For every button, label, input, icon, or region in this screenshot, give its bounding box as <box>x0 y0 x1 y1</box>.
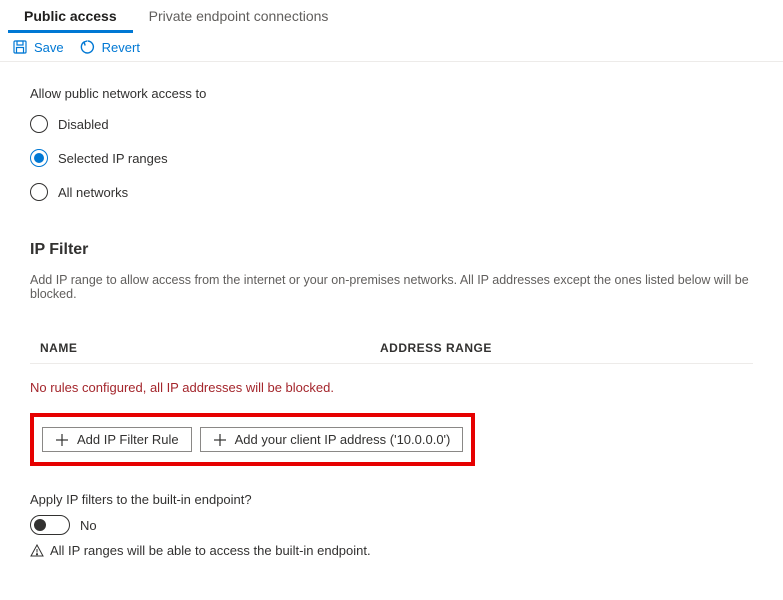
radio-icon <box>30 183 48 201</box>
toolbar: Save Revert <box>0 33 783 62</box>
info-text: All IP ranges will be able to access the… <box>50 543 371 558</box>
button-label: Add your client IP address ('10.0.0.0') <box>235 432 451 447</box>
add-ip-filter-rule-button[interactable]: Add IP Filter Rule <box>42 427 192 452</box>
warning-icon <box>30 544 44 558</box>
column-name: NAME <box>40 341 380 355</box>
plus-icon <box>55 433 69 447</box>
revert-button[interactable]: Revert <box>80 39 140 55</box>
plus-icon <box>213 433 227 447</box>
tab-bar: Public access Private endpoint connectio… <box>0 0 783 33</box>
radio-label: All networks <box>58 185 128 200</box>
radio-label: Disabled <box>58 117 109 132</box>
tab-private-endpoint[interactable]: Private endpoint connections <box>133 0 345 33</box>
radio-selected-ip[interactable]: Selected IP ranges <box>30 149 753 167</box>
highlighted-actions: Add IP Filter Rule Add your client IP ad… <box>30 413 475 466</box>
save-button[interactable]: Save <box>12 39 64 55</box>
toggle-value: No <box>80 518 97 533</box>
save-label: Save <box>34 40 64 55</box>
apply-filters-toggle[interactable] <box>30 515 70 535</box>
tab-public-access[interactable]: Public access <box>8 0 133 33</box>
add-client-ip-button[interactable]: Add your client IP address ('10.0.0.0') <box>200 427 464 452</box>
radio-icon <box>30 149 48 167</box>
empty-rules-warning: No rules configured, all IP addresses wi… <box>30 380 753 395</box>
radio-icon <box>30 115 48 133</box>
table-header: NAME ADDRESS RANGE <box>30 337 753 364</box>
apply-filters-toggle-row: No <box>30 515 753 535</box>
ip-filter-description: Add IP range to allow access from the in… <box>30 273 753 301</box>
access-radio-group: Disabled Selected IP ranges All networks <box>30 115 753 201</box>
apply-filters-info: All IP ranges will be able to access the… <box>30 543 753 558</box>
save-icon <box>12 39 28 55</box>
content-area: Allow public network access to Disabled … <box>0 62 783 582</box>
radio-label: Selected IP ranges <box>58 151 168 166</box>
ip-filter-heading: IP Filter <box>30 241 753 259</box>
radio-disabled[interactable]: Disabled <box>30 115 753 133</box>
revert-icon <box>80 39 96 55</box>
revert-label: Revert <box>102 40 140 55</box>
access-label: Allow public network access to <box>30 86 753 101</box>
column-address-range: ADDRESS RANGE <box>380 341 492 355</box>
button-label: Add IP Filter Rule <box>77 432 179 447</box>
toggle-knob <box>34 519 46 531</box>
radio-all-networks[interactable]: All networks <box>30 183 753 201</box>
apply-filters-label: Apply IP filters to the built-in endpoin… <box>30 492 753 507</box>
